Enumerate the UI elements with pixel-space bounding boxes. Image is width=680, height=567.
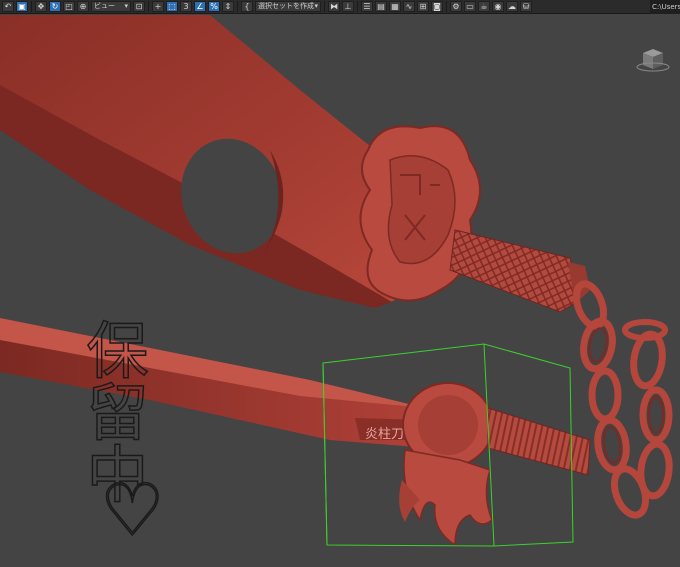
edit-named-selection-icon[interactable]: { [241, 1, 253, 12]
viewcube-icon[interactable] [636, 45, 670, 73]
undo-icon[interactable]: ↶ [2, 1, 14, 12]
scale-icon[interactable]: ◰ [63, 1, 75, 12]
curve-editor-icon[interactable]: ∿ [403, 1, 415, 12]
chevron-down-icon: ▾ [124, 2, 128, 10]
angle-snap-icon[interactable]: ∠ [194, 1, 206, 12]
layer-icon[interactable]: ☰ [361, 1, 373, 12]
align-icon[interactable]: ⊥ [342, 1, 354, 12]
tsuba-engraving: 炎柱刀 [365, 427, 404, 442]
percent-snap-icon[interactable]: % [208, 1, 220, 12]
render-setup-icon[interactable]: ⚙ [450, 1, 462, 12]
lower-tsuba-inner [418, 395, 478, 455]
perspective-viewport[interactable]: 炎柱刀 保留中 ♡ [0, 15, 680, 567]
render-icon[interactable]: ☕ [478, 1, 490, 12]
viewport-canvas[interactable]: 炎柱刀 保留中 ♡ [0, 15, 680, 567]
spinner-snap-icon[interactable]: ⇕ [222, 1, 234, 12]
toolbar-separator [237, 1, 238, 12]
link-icon[interactable]: ⊕ [77, 1, 89, 12]
move-gizmo-icon[interactable]: + [152, 1, 164, 12]
keyboard-override-icon[interactable]: ⬚ [166, 1, 178, 12]
render-shade-icon[interactable]: ⛁ [520, 1, 532, 12]
view-dropdown[interactable]: ビュー ▾ [91, 1, 131, 12]
snap-icon[interactable]: 3 [180, 1, 192, 12]
render-online-icon[interactable]: ☁ [506, 1, 518, 12]
chain [572, 280, 673, 519]
toolbar-separator [148, 1, 149, 12]
select-icon[interactable]: ▣ [16, 1, 28, 12]
render-frame-icon[interactable]: ▭ [464, 1, 476, 12]
schematic-icon[interactable]: ⊞ [417, 1, 429, 12]
scene-explorer-icon[interactable]: ▤ [375, 1, 387, 12]
main-toolbar: ↶ ▣ ✥ ↻ ◰ ⊕ ビュー ▾ ⊡ + ⬚ 3 ∠ % ⇕ { 選択セットを作… [0, 0, 680, 14]
path-field[interactable]: C:\Users\ [650, 0, 680, 14]
ribbon-icon[interactable]: ▦ [389, 1, 401, 12]
lower-handle [487, 407, 591, 476]
move-icon[interactable]: ✥ [35, 1, 47, 12]
toolbar-separator [324, 1, 325, 12]
view-dropdown-label: ビュー [94, 2, 115, 10]
selection-set-dropdown[interactable]: 選択セットを作成 ▾ [255, 1, 321, 12]
chevron-down-icon: ▾ [314, 2, 318, 10]
toolbar-separator [31, 1, 32, 12]
mirror-icon[interactable]: ⧓ [328, 1, 340, 12]
overlay-heart: ♡ [100, 468, 165, 552]
toolbar-separator [446, 1, 447, 12]
material-editor-icon[interactable]: ◙ [431, 1, 443, 12]
rotate-icon[interactable]: ↻ [49, 1, 61, 12]
upper-handle [449, 229, 581, 313]
selection-set-label: 選択セットを作成 [258, 2, 314, 10]
pivot-icon[interactable]: ⊡ [133, 1, 145, 12]
render-iterative-icon[interactable]: ◉ [492, 1, 504, 12]
toolbar-separator [357, 1, 358, 12]
